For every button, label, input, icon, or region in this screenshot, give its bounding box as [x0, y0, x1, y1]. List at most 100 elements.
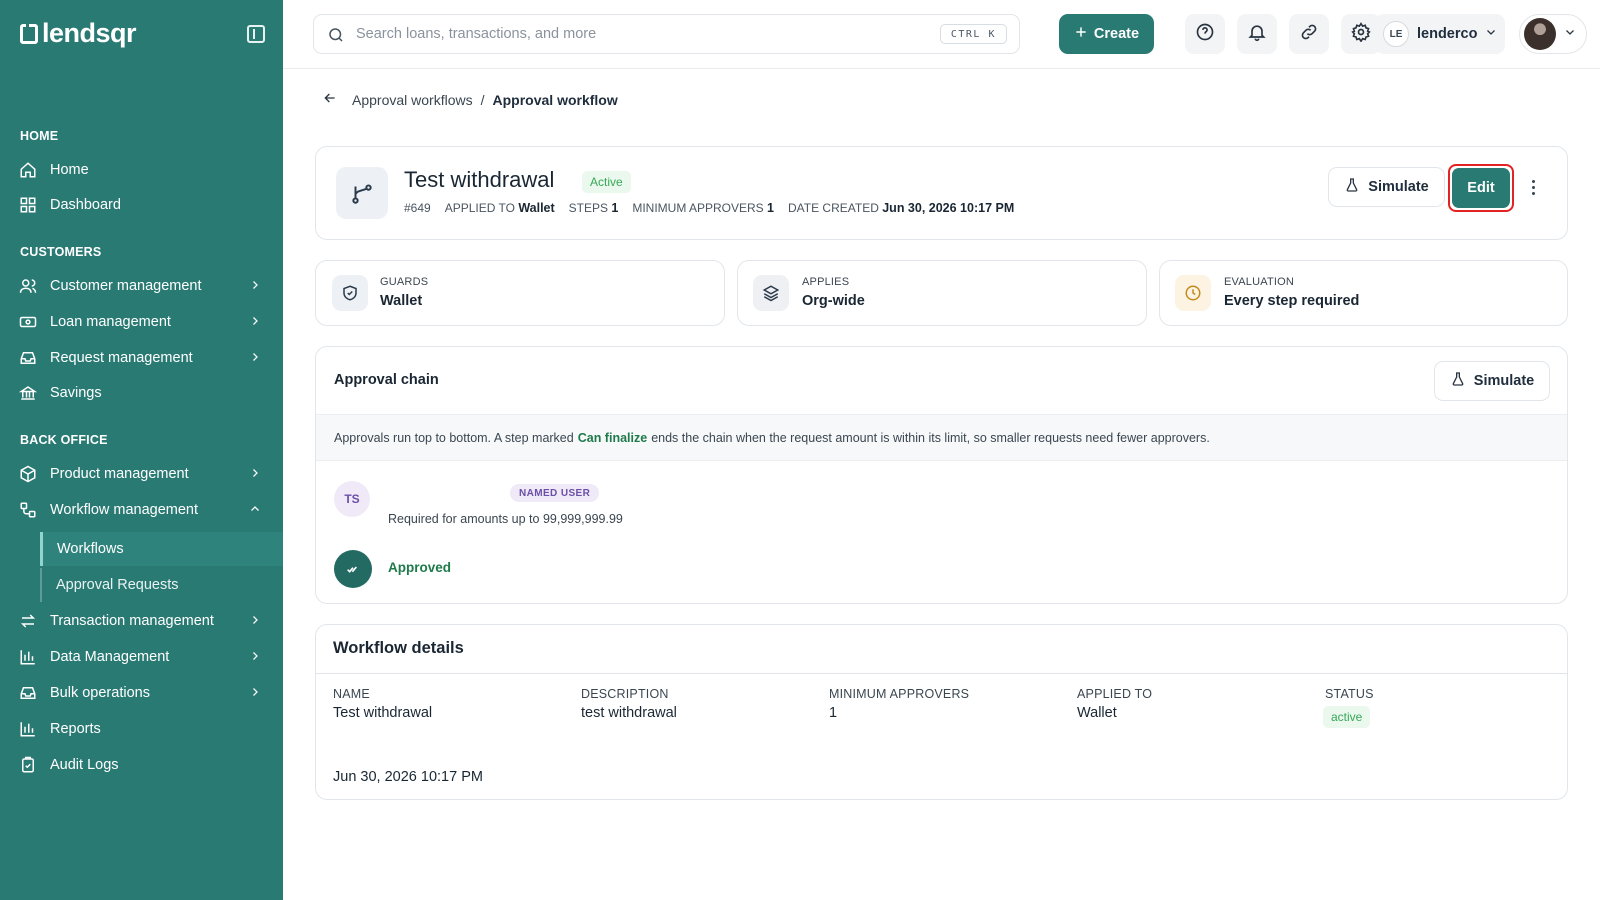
help-button[interactable] — [1185, 14, 1225, 54]
users-icon — [18, 276, 38, 296]
gear-icon — [1351, 21, 1371, 47]
workflow-meta: #649 APPLIED TO Wallet STEPS 1 MINIMUM A… — [404, 201, 1014, 215]
clock-icon — [1175, 275, 1211, 311]
org-switcher[interactable]: LE lenderco — [1375, 14, 1505, 54]
org-avatar: LE — [1383, 21, 1409, 47]
sidebar-item-product-management[interactable]: Product management — [0, 457, 283, 491]
approval-chain-title: Approval chain — [334, 372, 439, 388]
search-input[interactable]: Search loans, transactions, and more CTR… — [313, 14, 1020, 54]
sidebar-item-request-management[interactable]: Request management — [0, 341, 283, 375]
inbox-icon — [18, 348, 38, 368]
transfer-icon — [18, 611, 38, 631]
sidebar-item-label: Bulk operations — [50, 685, 150, 701]
sidebar-item-audit-logs[interactable]: Audit Logs — [0, 748, 283, 782]
section-title-back-office: BACK OFFICE — [20, 433, 108, 447]
sidebar-item-customer-management[interactable]: Customer management — [0, 269, 283, 303]
bell-icon — [1247, 22, 1267, 47]
lendsqr-logo[interactable]: lendsqr — [20, 18, 137, 49]
evaluation-card — [1159, 260, 1568, 326]
chevron-right-icon — [247, 465, 263, 481]
sidebar-item-label: Audit Logs — [50, 757, 119, 773]
approved-label: Approved — [388, 560, 452, 575]
flask-icon — [1344, 177, 1360, 197]
sidebar-item-home[interactable]: Home — [0, 153, 283, 187]
breadcrumb-parent[interactable]: Approval workflows — [352, 92, 473, 108]
sidebar: lendsqr HOME Home Dashboard CUSTOMERS Cu… — [0, 0, 283, 900]
sidebar-item-savings[interactable]: Savings — [0, 376, 283, 410]
user-menu[interactable] — [1519, 14, 1587, 54]
chain-simulate-button[interactable]: Simulate — [1434, 361, 1550, 401]
sidebar-item-loan-management[interactable]: Loan management — [0, 305, 283, 339]
create-button[interactable]: Create — [1059, 14, 1154, 54]
guards-value: Wallet — [380, 293, 423, 309]
avatar — [1524, 18, 1556, 50]
shield-icon — [332, 275, 368, 311]
detail-name-value: Test withdrawal — [333, 705, 433, 721]
chevron-right-icon — [247, 648, 263, 664]
chevron-right-icon — [247, 277, 263, 293]
edit-button[interactable]: Edit — [1452, 168, 1510, 208]
meta-value: Wallet — [518, 201, 555, 215]
evaluation-value: Every step required — [1224, 293, 1360, 309]
sidebar-item-transaction-management[interactable]: Transaction management — [0, 604, 283, 638]
chevron-right-icon — [247, 349, 263, 365]
sidebar-item-label: Request management — [50, 350, 193, 366]
detail-min-approvers-label: MINIMUM APPROVERS — [829, 687, 970, 701]
breadcrumb-separator: / — [480, 91, 485, 108]
sidebar-subitem-approval-requests[interactable]: Approval Requests — [40, 568, 283, 602]
sidebar-item-dashboard[interactable]: Dashboard — [0, 188, 283, 222]
sidebar-item-reports[interactable]: Reports — [0, 712, 283, 746]
sidebar-item-workflow-management[interactable]: Workflow management — [0, 493, 283, 527]
detail-status-label: STATUS — [1325, 687, 1374, 701]
workflow-title: Test withdrawal — [404, 167, 555, 192]
meta-value: 1 — [767, 201, 774, 215]
sidebar-item-data-management[interactable]: Data Management — [0, 640, 283, 674]
search-shortcut: CTRL K — [939, 24, 1007, 44]
chevron-right-icon — [247, 684, 263, 700]
collapse-sidebar-icon[interactable] — [247, 25, 265, 43]
link-icon — [1299, 22, 1319, 47]
search-icon — [327, 26, 345, 48]
note-highlight: Can finalize — [577, 430, 648, 445]
detail-status-badge: active — [1323, 706, 1371, 728]
chevron-right-icon — [247, 313, 263, 329]
plus-icon — [1074, 25, 1088, 43]
detail-date-value: Jun 30, 2026 10:17 PM — [333, 769, 483, 785]
applies-label: APPLIES — [802, 276, 850, 288]
detail-name-label: NAME — [333, 687, 370, 701]
approver-avatar: TS — [334, 481, 370, 517]
sidebar-item-label: Data Management — [50, 649, 170, 665]
section-title-home: HOME — [20, 129, 59, 143]
chevron-down-icon — [1564, 25, 1576, 43]
breadcrumb: Approval workflows / Approval workflow — [322, 90, 618, 109]
loan-icon — [18, 312, 38, 332]
guards-label: GUARDS — [380, 276, 429, 288]
divider — [316, 673, 1567, 674]
sidebar-item-label: Home — [50, 162, 89, 178]
inbox-icon — [18, 683, 38, 703]
workflow-icon — [18, 500, 38, 520]
bar-chart-icon — [18, 719, 38, 739]
notifications-button[interactable] — [1237, 14, 1277, 54]
approval-chain-note: Approvals run top to bottom. A step mark… — [316, 414, 1567, 461]
approval-chain-card — [315, 346, 1568, 604]
link-button[interactable] — [1289, 14, 1329, 54]
sidebar-item-bulk-operations[interactable]: Bulk operations — [0, 676, 283, 710]
edit-button-highlight: Edit — [1448, 164, 1514, 212]
breadcrumb-current: Approval workflow — [492, 91, 618, 108]
meta-label: DATE CREATED — [787, 201, 879, 215]
workflow-branch-icon — [336, 167, 388, 219]
more-options-icon[interactable] — [1525, 175, 1541, 199]
logo-mark-icon — [20, 23, 38, 44]
evaluation-label: EVALUATION — [1224, 276, 1295, 288]
guards-card — [315, 260, 725, 326]
applies-value: Org-wide — [802, 293, 865, 309]
workflow-details-title: Workflow details — [333, 639, 464, 657]
simulate-button[interactable]: Simulate — [1328, 167, 1445, 207]
back-arrow-icon[interactable] — [322, 90, 338, 109]
detail-description-value: test withdrawal — [581, 705, 677, 721]
simulate-label: Simulate — [1368, 179, 1429, 195]
help-icon — [1195, 22, 1215, 47]
dashboard-icon — [18, 195, 38, 215]
sidebar-subitem-workflows[interactable]: Workflows — [40, 532, 283, 566]
